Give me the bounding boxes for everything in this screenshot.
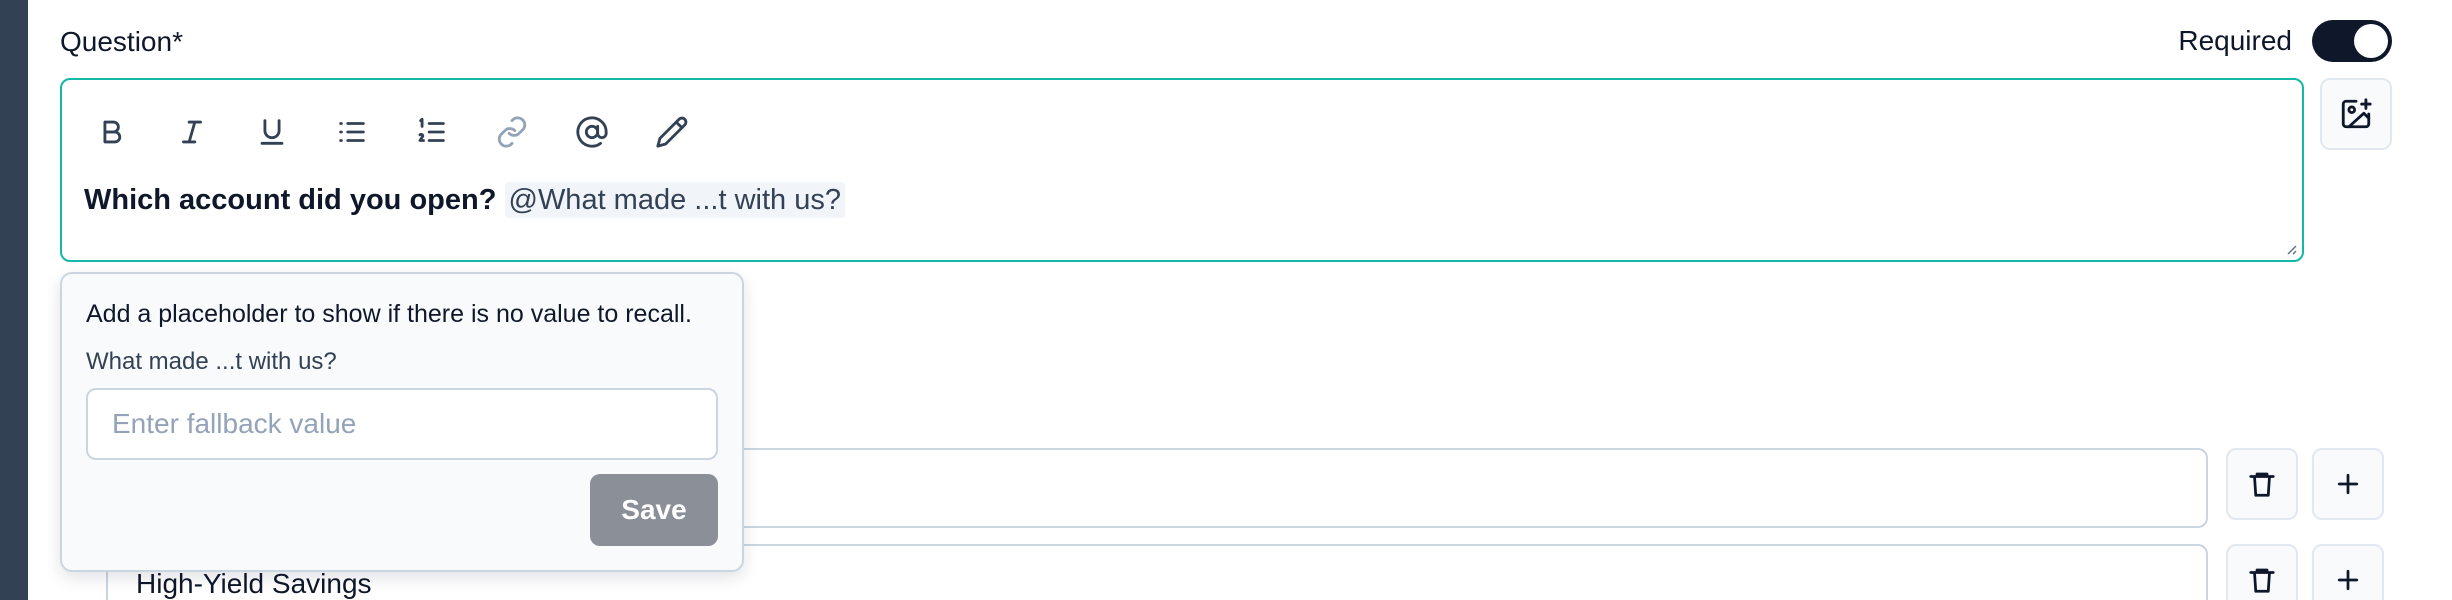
recall-mention[interactable]: @What made ...t with us? — [504, 182, 845, 218]
resize-handle-icon[interactable] — [2282, 240, 2298, 256]
add-choice-button[interactable] — [2312, 448, 2384, 520]
underline-button[interactable] — [242, 102, 302, 162]
bold-button[interactable] — [82, 102, 142, 162]
left-rail — [0, 0, 28, 600]
link-button[interactable] — [482, 102, 542, 162]
fallback-value-input[interactable] — [86, 388, 718, 460]
add-image-button[interactable] — [2320, 78, 2392, 150]
delete-choice-button[interactable] — [2226, 544, 2298, 600]
add-choice-button[interactable] — [2312, 544, 2384, 600]
italic-button[interactable] — [162, 102, 222, 162]
required-label: Required — [2178, 25, 2292, 56]
mention-button[interactable] — [562, 102, 622, 162]
question-text[interactable]: Which account did you open? @What made .… — [84, 182, 845, 218]
toggle-knob — [2354, 24, 2388, 58]
numbered-list-icon — [418, 117, 445, 142]
italic-icon — [182, 120, 202, 144]
choice-value: High-Yield Savings — [136, 568, 372, 599]
delete-choice-button[interactable] — [2226, 448, 2298, 520]
fallback-field-label: What made ...t with us? — [86, 348, 337, 375]
mention-icon — [576, 116, 608, 148]
underline-icon — [260, 119, 284, 145]
pencil-icon — [656, 116, 688, 148]
fallback-popover: Add a placeholder to show if there is no… — [60, 272, 744, 572]
required-control: Required — [2178, 20, 2392, 62]
save-fallback-button[interactable]: Save — [590, 474, 718, 546]
trash-icon — [2249, 472, 2275, 497]
plus-icon — [2337, 473, 2359, 495]
bullet-list-icon — [339, 122, 365, 142]
plus-icon — [2337, 569, 2359, 591]
fallback-help-text: Add a placeholder to show if there is no… — [86, 300, 692, 328]
question-bold-text: Which account did you open? — [84, 184, 497, 216]
image-plus-icon — [2341, 98, 2372, 129]
link-icon — [497, 116, 527, 148]
trash-icon — [2249, 568, 2275, 593]
required-toggle[interactable] — [2312, 20, 2392, 62]
question-label: Question* — [60, 26, 183, 57]
question-editor[interactable]: Which account did you open? @What made .… — [60, 78, 2304, 262]
numbered-list-button[interactable] — [402, 102, 462, 162]
bold-icon — [103, 120, 122, 144]
bullet-list-button[interactable] — [322, 102, 382, 162]
editor-toolbar — [82, 102, 702, 162]
pencil-button[interactable] — [642, 102, 702, 162]
